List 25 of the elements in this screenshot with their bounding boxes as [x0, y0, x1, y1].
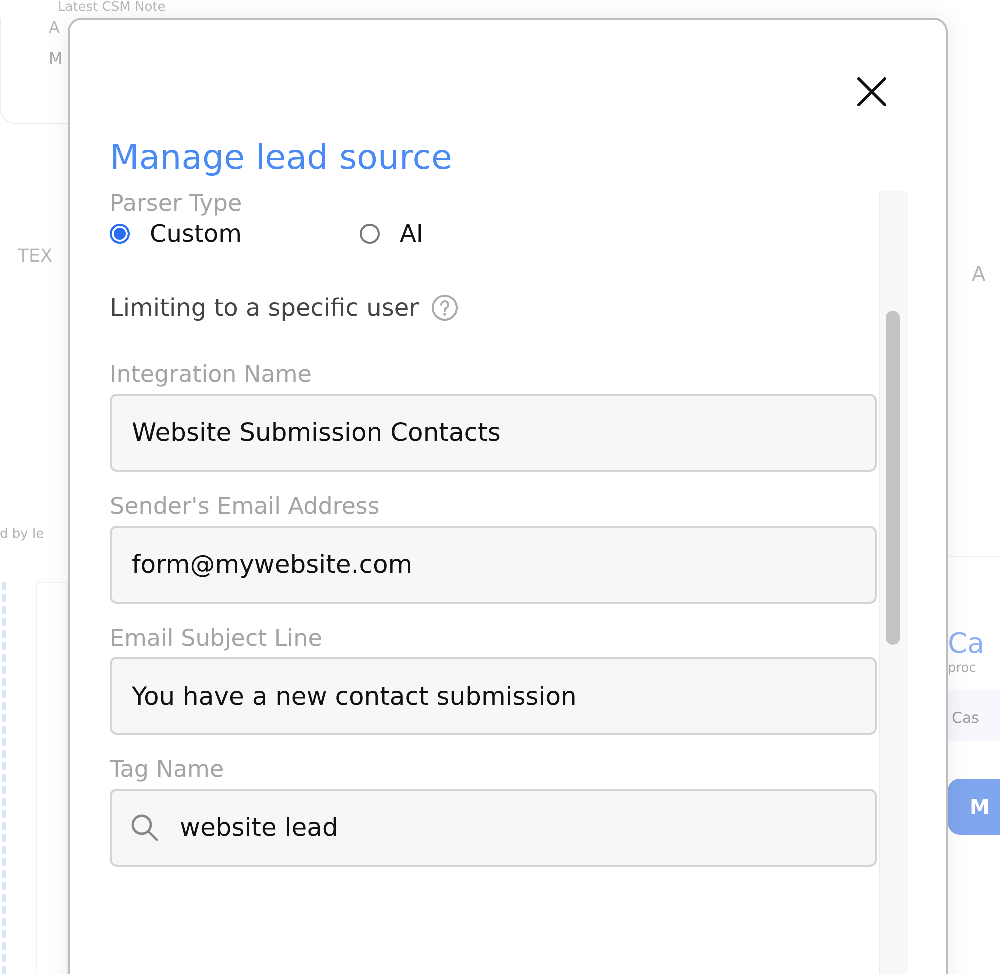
search-field[interactable]: website lead [110, 788, 877, 867]
card-title: Ca [948, 627, 986, 661]
note-heading: Latest CSM Note [58, 0, 166, 16]
input-field[interactable]: form@mywebsite.com [110, 526, 877, 604]
input-field[interactable]: You have a new contact submission [110, 657, 877, 736]
help-icon[interactable] [430, 294, 459, 322]
caption-text: d by le [0, 526, 44, 542]
close-button[interactable] [856, 76, 888, 108]
close-icon [856, 76, 888, 108]
setting-label: Limiting to a specific user [110, 294, 419, 322]
field-label: Email Subject Line [110, 626, 324, 654]
card-text: proc [948, 660, 978, 676]
radio-option[interactable]: Custom [110, 220, 360, 248]
scrollbar[interactable] [879, 190, 908, 974]
field-label: Tag Name [110, 757, 226, 785]
field-label: Integration Name [110, 362, 313, 390]
modal-title: Manage lead source [110, 138, 454, 179]
note-text: M [49, 49, 64, 68]
card-field: Cas [952, 709, 980, 728]
field-label: Sender's Email Address [110, 494, 381, 522]
note-text: A [49, 18, 61, 38]
search-icon [130, 812, 160, 843]
input-field[interactable]: Website Submission Contacts [110, 394, 877, 472]
field-label: Parser Type [110, 190, 244, 218]
radio-option[interactable]: AI [360, 220, 610, 248]
